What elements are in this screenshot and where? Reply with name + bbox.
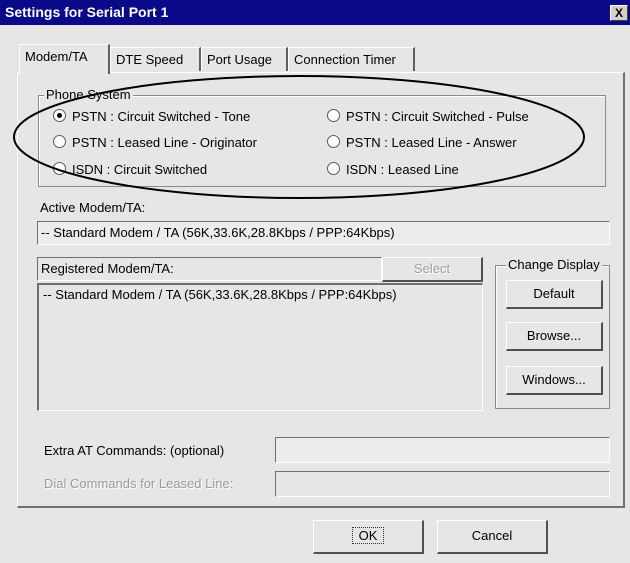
radio-label: PSTN : Leased Line - Answer — [346, 135, 517, 150]
radio-indicator — [53, 135, 66, 148]
title-bar[interactable]: Settings for Serial Port 1 X — [0, 0, 630, 25]
radio-pstn-pulse[interactable]: PSTN : Circuit Switched - Pulse — [327, 108, 529, 126]
active-modem-field: -- Standard Modem / TA (56K,33.6K,28.8Kb… — [37, 221, 610, 245]
radio-indicator — [327, 162, 340, 175]
browse-button[interactable]: Browse... — [506, 322, 603, 351]
radio-isdn-leased[interactable]: ISDN : Leased Line — [327, 161, 459, 179]
tab-dte-speed[interactable]: DTE Speed — [110, 47, 201, 71]
radio-label: ISDN : Circuit Switched — [72, 162, 208, 177]
phone-system-title: Phone System — [44, 87, 133, 102]
dial-leased-input[interactable] — [275, 471, 610, 497]
radio-indicator — [327, 109, 340, 122]
change-display-title: Change Display — [506, 257, 602, 272]
radio-pstn-tone[interactable]: PSTN : Circuit Switched - Tone — [53, 108, 250, 126]
tab-connection-timer[interactable]: Connection Timer — [288, 47, 415, 71]
radio-pstn-leased-originator[interactable]: PSTN : Leased Line - Originator — [53, 134, 257, 152]
dial-leased-label: Dial Commands for Leased Line: — [44, 476, 234, 491]
ok-button-label: OK — [351, 527, 385, 544]
list-item[interactable]: -- Standard Modem / TA (56K,33.6K,28.8Kb… — [43, 287, 397, 302]
registered-modem-list[interactable]: -- Standard Modem / TA (56K,33.6K,28.8Kb… — [37, 283, 483, 411]
default-button[interactable]: Default — [506, 280, 603, 309]
active-modem-label: Active Modem/TA: — [40, 200, 146, 215]
radio-indicator — [53, 109, 66, 122]
radio-isdn-circuit[interactable]: ISDN : Circuit Switched — [53, 161, 207, 179]
radio-indicator — [327, 135, 340, 148]
radio-indicator — [53, 162, 66, 175]
extra-at-input[interactable] — [275, 437, 610, 463]
window-title: Settings for Serial Port 1 — [5, 4, 169, 20]
registered-modem-header: Registered Modem/TA: — [37, 257, 382, 281]
windows-button[interactable]: Windows... — [506, 366, 603, 395]
radio-label: PSTN : Circuit Switched - Pulse — [346, 109, 529, 124]
radio-label: PSTN : Leased Line - Originator — [72, 135, 257, 150]
ok-button[interactable]: OK — [313, 520, 424, 554]
tab-modem-ta[interactable]: Modem/TA — [19, 44, 110, 74]
tab-port-usage[interactable]: Port Usage — [201, 47, 288, 71]
select-button[interactable]: Select — [382, 257, 483, 282]
settings-dialog: Settings for Serial Port 1 X Modem/TA DT… — [0, 0, 630, 563]
radio-label: PSTN : Circuit Switched - Tone — [72, 109, 251, 124]
radio-pstn-leased-answer[interactable]: PSTN : Leased Line - Answer — [327, 134, 517, 152]
extra-at-label: Extra AT Commands: (optional) — [44, 443, 225, 458]
radio-label: ISDN : Leased Line — [346, 162, 459, 177]
cancel-button[interactable]: Cancel — [437, 520, 548, 554]
close-button[interactable]: X — [610, 5, 628, 21]
